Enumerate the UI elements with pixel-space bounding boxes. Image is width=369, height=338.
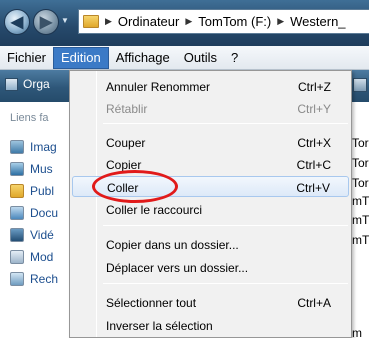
address-bar[interactable]: ▶ Ordinateur ▶ TomTom (F:) ▶ Western_ — [78, 9, 369, 34]
nav-item-label: Mod — [30, 250, 54, 264]
menu-item-label: Coller — [107, 181, 139, 195]
folder-icon — [83, 15, 99, 28]
file-name[interactable]: Tor — [352, 156, 369, 170]
nav-item-searches[interactable]: Rech — [10, 272, 58, 286]
nav-item-label: Imag — [30, 140, 57, 154]
nav-item-documents[interactable]: Docu — [10, 206, 58, 220]
back-button[interactable]: ◀ — [4, 9, 30, 35]
menu-item-select-all[interactable]: Sélectionner tout Ctrl+A — [72, 292, 349, 313]
menu-item-label: Couper — [106, 136, 146, 150]
nav-item-pictures[interactable]: Imag — [10, 140, 57, 154]
breadcrumb-drive[interactable]: TomTom (F:) — [198, 14, 271, 29]
forward-arrow-icon: ▶ — [39, 14, 53, 31]
menu-item-undo-rename[interactable]: Annuler Renommer Ctrl+Z — [72, 76, 349, 97]
menu-item-label: Rétablir — [106, 102, 148, 116]
navigation-pane: Liens fa Imag Mus Publ Docu Vidé Mod Rec… — [0, 102, 70, 338]
menu-item-invert-selection[interactable]: Inverser la sélection — [72, 315, 349, 336]
nav-item-label: Mus — [30, 162, 53, 176]
menu-item-label: Copier — [106, 158, 142, 172]
back-arrow-icon: ◀ — [10, 14, 24, 31]
menu-item-label: Copier dans un dossier... — [106, 238, 239, 252]
recent-pages-dropdown-icon[interactable]: ▼ — [61, 16, 71, 28]
menu-separator — [103, 225, 348, 226]
recent-icon — [10, 250, 24, 264]
menu-item-shortcut: Ctrl+X — [297, 136, 331, 150]
forward-button[interactable]: ▶ — [33, 9, 59, 35]
menu-help[interactable]: ? — [224, 47, 245, 69]
nav-item-label: Vidé — [30, 228, 54, 242]
menu-item-label: Inverser la sélection — [106, 319, 213, 333]
menu-item-label: Coller le raccourci — [106, 203, 203, 217]
menu-item-cut[interactable]: Couper Ctrl+X — [72, 132, 349, 153]
nav-item-label: Rech — [30, 272, 59, 286]
menu-item-shortcut: Ctrl+Z — [298, 80, 331, 94]
videos-icon — [10, 228, 24, 242]
nav-item-videos[interactable]: Vidé — [10, 228, 54, 242]
folder-icon — [10, 184, 24, 198]
breadcrumb-separator-icon[interactable]: ▶ — [275, 16, 286, 27]
favorites-header: Liens fa — [10, 112, 49, 124]
music-icon — [10, 162, 24, 176]
breadcrumb-separator-icon[interactable]: ▶ — [183, 16, 194, 27]
menu-item-copy-to-folder[interactable]: Copier dans un dossier... — [72, 234, 349, 255]
nav-item-public[interactable]: Publ — [10, 184, 54, 198]
breadcrumb-folder[interactable]: Western_ — [290, 14, 345, 29]
menu-item-shortcut: Ctrl+V — [296, 181, 330, 195]
menu-separator — [103, 283, 348, 284]
file-name[interactable]: Tor — [352, 176, 369, 190]
breadcrumb-computer[interactable]: Ordinateur — [118, 14, 179, 29]
menu-tools[interactable]: Outils — [177, 47, 224, 69]
documents-icon — [10, 206, 24, 220]
edit-menu: Annuler Renommer Ctrl+Z Rétablir Ctrl+Y … — [69, 70, 352, 338]
menu-item-paste-shortcut[interactable]: Coller le raccourci — [72, 199, 349, 220]
menu-item-label: Sélectionner tout — [106, 296, 197, 310]
menu-view[interactable]: Affichage — [109, 47, 177, 69]
menu-edit[interactable]: Edition — [53, 46, 109, 69]
pictures-icon — [10, 140, 24, 154]
nav-item-music[interactable]: Mus — [10, 162, 53, 176]
menu-item-copy[interactable]: Copier Ctrl+C — [72, 154, 349, 175]
nav-item-label: Publ — [30, 184, 55, 198]
file-list: Tor Tor Tor mT mT mT m — [352, 102, 369, 338]
menu-item-shortcut: Ctrl+A — [297, 296, 331, 310]
nav-item-label: Docu — [30, 206, 59, 220]
toolbar-right-icon[interactable] — [353, 78, 367, 92]
menu-item-label: Annuler Renommer — [106, 80, 211, 94]
file-name[interactable]: mT — [352, 233, 369, 247]
menu-file[interactable]: Fichier — [0, 47, 53, 69]
organize-icon — [5, 77, 18, 91]
menu-item-redo: Rétablir Ctrl+Y — [72, 98, 349, 119]
breadcrumb-separator-icon[interactable]: ▶ — [103, 16, 114, 27]
menu-item-shortcut: Ctrl+Y — [297, 102, 331, 116]
address-bar-area: ◀ ▶ ▼ ▶ Ordinateur ▶ TomTom (F:) ▶ Weste… — [0, 0, 369, 46]
menu-item-shortcut: Ctrl+C — [296, 158, 331, 172]
menu-item-move-to-folder[interactable]: Déplacer vers un dossier... — [72, 257, 349, 278]
menu-bar: Fichier Edition Affichage Outils ? — [0, 46, 369, 70]
organize-label: Orga — [23, 77, 50, 91]
menu-item-label: Déplacer vers un dossier... — [106, 261, 249, 275]
menu-separator — [103, 123, 348, 124]
file-name[interactable]: mT — [352, 213, 369, 227]
search-icon — [10, 272, 24, 286]
file-name[interactable]: m — [352, 326, 362, 338]
organize-button[interactable]: Orga — [5, 77, 50, 91]
file-name[interactable]: mT — [352, 194, 369, 208]
file-name[interactable]: Tor — [352, 136, 369, 150]
nav-item-modified[interactable]: Mod — [10, 250, 53, 264]
menu-item-paste[interactable]: Coller Ctrl+V — [72, 176, 349, 197]
